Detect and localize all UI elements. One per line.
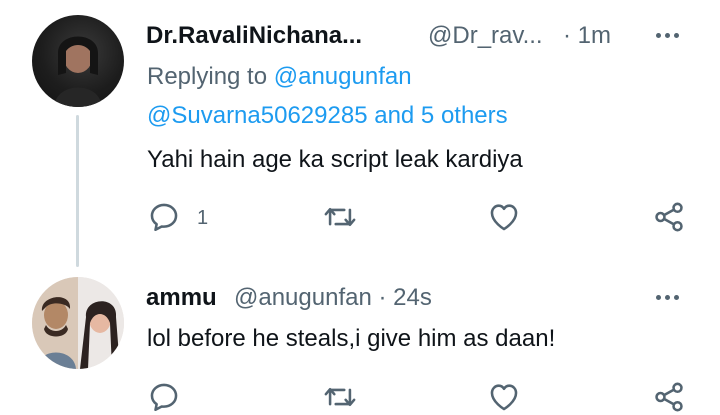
avatar[interactable]	[32, 15, 124, 107]
replying-to: Replying to @anugunfan	[147, 63, 412, 91]
reply-icon[interactable]	[147, 200, 181, 234]
heart-icon[interactable]	[487, 200, 521, 234]
heart-icon[interactable]	[487, 380, 521, 414]
thread-line	[76, 115, 79, 267]
mention-link[interactable]: @Suvarna50629285	[147, 102, 368, 129]
mention-link[interactable]: @anugunfan	[274, 63, 412, 90]
share-icon[interactable]	[652, 380, 686, 414]
timestamp[interactable]: · 1m	[563, 22, 611, 50]
reply-count: 1	[197, 207, 209, 229]
others-link[interactable]: and 5 others	[374, 102, 507, 129]
user-handle[interactable]: @Dr_rav...	[428, 22, 543, 50]
user-handle[interactable]: @anugunfan · 24s	[234, 284, 432, 312]
replying-to-more: @Suvarna50629285 and 5 others	[147, 102, 508, 130]
tweet-text: Yahi hain age ka script leak kardiya	[147, 146, 523, 173]
share-icon[interactable]	[652, 200, 686, 234]
retweet-icon[interactable]	[323, 200, 357, 234]
avatar[interactable]	[32, 277, 124, 369]
replying-prefix: Replying to	[147, 63, 268, 90]
retweet-icon[interactable]	[323, 380, 357, 414]
display-name[interactable]: Dr.RavaliNichana...	[146, 22, 362, 50]
tweet-text: lol before he steals,i give him as daan!	[147, 325, 556, 352]
more-icon[interactable]	[656, 33, 679, 38]
display-name[interactable]: ammu	[146, 284, 217, 312]
more-icon[interactable]	[656, 295, 679, 300]
reply-icon[interactable]	[147, 380, 181, 414]
